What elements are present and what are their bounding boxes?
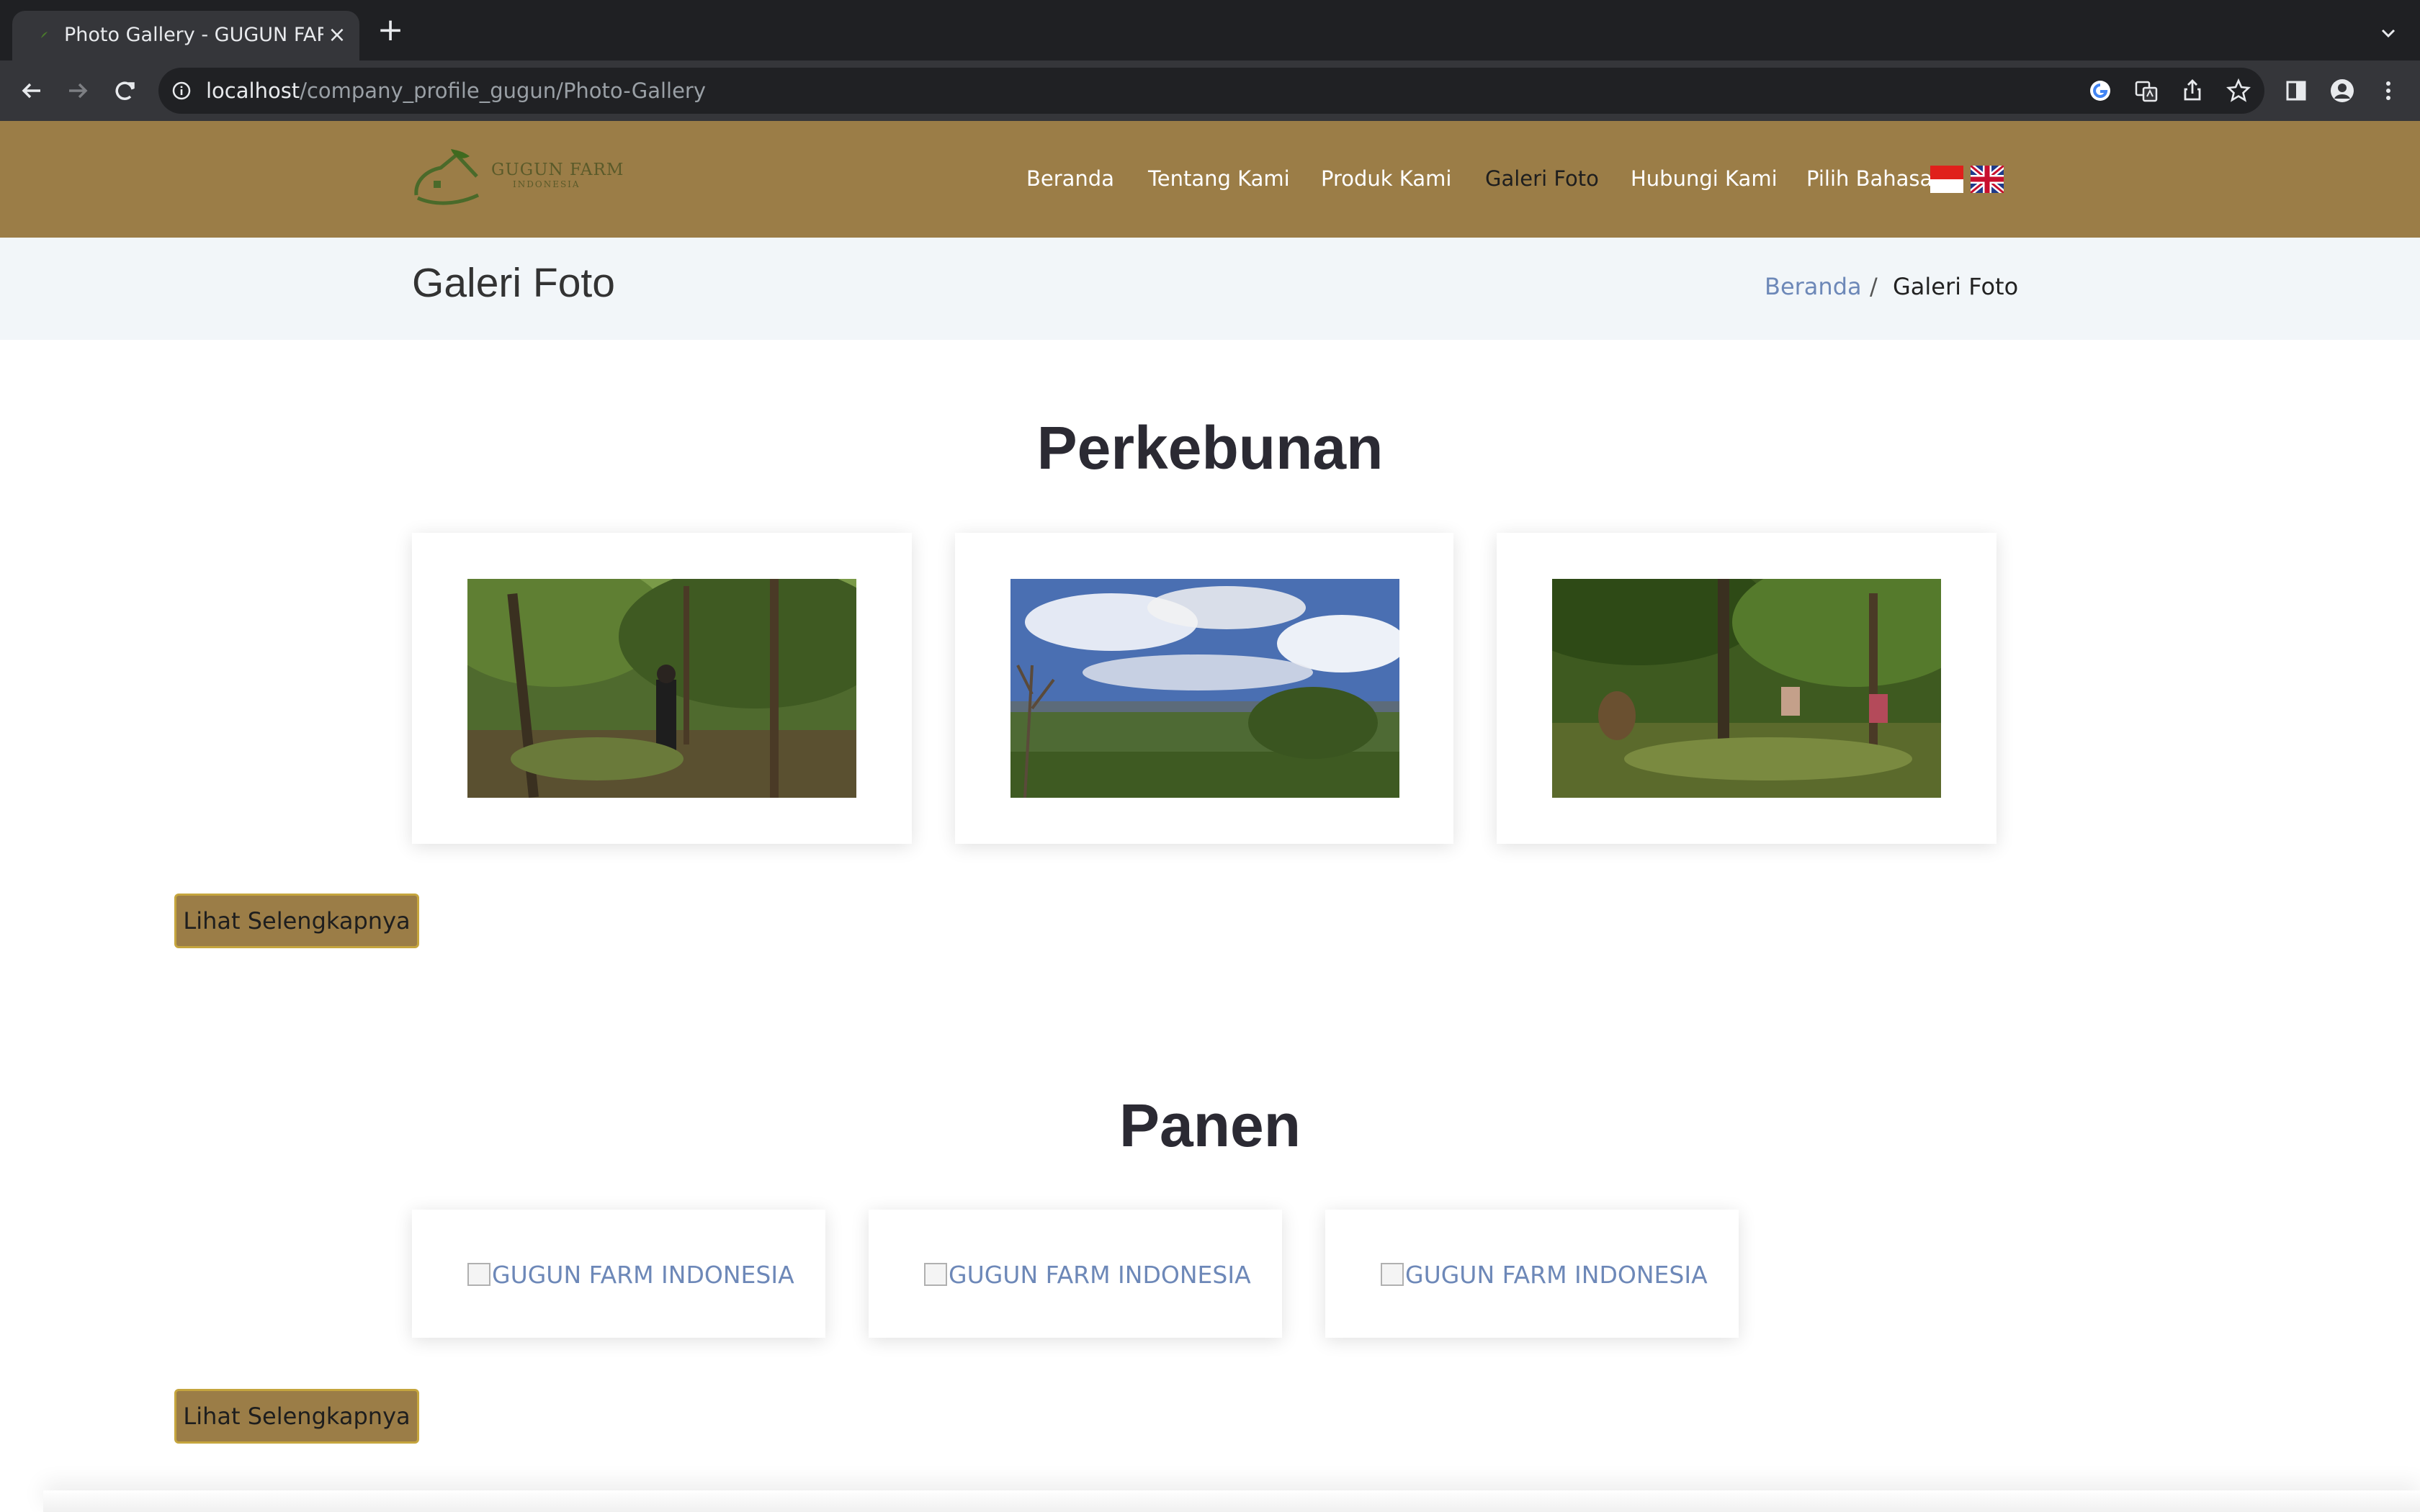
section-title-panen: Panen: [1119, 1092, 1301, 1159]
image-alt-text: GUGUN FARM INDONESIA: [1405, 1261, 1708, 1289]
url-text[interactable]: localhost/company_profile_gugun/Photo-Ga…: [206, 76, 706, 105]
footer-edge: [43, 1490, 2420, 1512]
gallery-card[interactable]: GUGUN FARM INDONESIA: [412, 1210, 825, 1338]
broken-image-icon: [924, 1263, 947, 1286]
breadcrumb-separator: /: [1870, 273, 1878, 300]
gallery-card[interactable]: GUGUN FARM INDONESIA: [869, 1210, 1282, 1338]
nav-item-hubungi-kami[interactable]: Hubungi Kami: [1631, 161, 1778, 196]
breadcrumb-home-link[interactable]: Beranda: [1765, 271, 1862, 302]
indonesia-flag-icon[interactable]: [1930, 166, 1963, 193]
broken-image[interactable]: GUGUN FARM INDONESIA: [1381, 1257, 1708, 1293]
reload-icon[interactable]: [109, 75, 141, 107]
breadcrumb-current: Galeri Foto: [1893, 273, 2019, 300]
farm-workers-photo[interactable]: [1552, 579, 1941, 798]
nav-item-produk-kami[interactable]: Produk Kami: [1321, 161, 1451, 196]
translate-icon[interactable]: [2132, 76, 2161, 105]
landscape-sky-photo[interactable]: [1010, 579, 1399, 798]
browser-tab-bar: Photo Gallery - GUGUN FARM × +: [0, 0, 2420, 60]
broken-image[interactable]: GUGUN FARM INDONESIA: [467, 1257, 794, 1293]
profile-avatar-icon[interactable]: [2328, 76, 2357, 105]
page-title: Galeri Foto: [412, 260, 615, 306]
new-tab-button[interactable]: +: [375, 14, 406, 48]
gallery-card[interactable]: [1497, 533, 1996, 844]
side-panel-icon[interactable]: [2282, 76, 2311, 105]
section-title-perkebunan: Perkebunan: [1036, 414, 1384, 482]
site-favicon-icon: [41, 32, 48, 38]
uk-flag-icon[interactable]: [1971, 166, 2004, 193]
page-title-bar: Galeri Foto Beranda / Galeri Foto: [0, 238, 2420, 340]
google-lens-icon[interactable]: [2086, 76, 2115, 105]
site-info-icon[interactable]: [171, 81, 192, 101]
back-arrow-icon[interactable]: [16, 75, 48, 107]
browser-tab[interactable]: Photo Gallery - GUGUN FARM ×: [12, 11, 359, 60]
see-more-button-panen[interactable]: Lihat Selengkapnya: [174, 1389, 419, 1444]
logo-text: GUGUN FARM: [491, 161, 624, 179]
tab-close-icon[interactable]: ×: [323, 22, 351, 49]
nav-item-pilih-bahasa[interactable]: Pilih Bahasa: [1806, 161, 1932, 196]
farm-house-logo-icon: [414, 149, 480, 205]
tab-title: Photo Gallery - GUGUN FARM: [64, 24, 323, 46]
browser-toolbar: localhost/company_profile_gugun/Photo-Ga…: [0, 60, 2420, 121]
tab-search-chevron-icon[interactable]: [2374, 19, 2403, 48]
image-alt-text: GUGUN FARM INDONESIA: [949, 1261, 1251, 1289]
share-icon[interactable]: [2178, 76, 2207, 105]
browser-menu-kebab-icon[interactable]: [2374, 76, 2403, 105]
site-logo[interactable]: GUGUN FARM INDONESIA: [412, 145, 623, 210]
logo-subtext: INDONESIA: [513, 179, 581, 189]
broken-image[interactable]: GUGUN FARM INDONESIA: [924, 1257, 1251, 1293]
url-path: /company_profile_gugun/Photo-Gallery: [300, 78, 707, 103]
gallery-card[interactable]: GUGUN FARM INDONESIA: [1325, 1210, 1739, 1338]
url-host: localhost: [206, 78, 300, 103]
address-bar[interactable]: localhost/company_profile_gugun/Photo-Ga…: [158, 68, 2264, 114]
broken-image-icon: [1381, 1263, 1404, 1286]
site-header: GUGUN FARM INDONESIA Beranda Tentang Kam…: [0, 121, 2420, 238]
bookmark-star-icon[interactable]: [2224, 76, 2253, 105]
gallery-card[interactable]: [412, 533, 912, 844]
nav-item-tentang-kami[interactable]: Tentang Kami: [1148, 161, 1290, 196]
forward-arrow-icon[interactable]: [62, 75, 94, 107]
see-more-button-perkebunan[interactable]: Lihat Selengkapnya: [174, 894, 419, 948]
nav-item-galeri-foto[interactable]: Galeri Foto: [1485, 161, 1599, 196]
gallery-card[interactable]: [955, 533, 1453, 844]
forest-man-photo[interactable]: [467, 579, 856, 798]
image-alt-text: GUGUN FARM INDONESIA: [492, 1261, 794, 1289]
nav-item-beranda[interactable]: Beranda: [1026, 161, 1114, 196]
broken-image-icon: [467, 1263, 490, 1286]
